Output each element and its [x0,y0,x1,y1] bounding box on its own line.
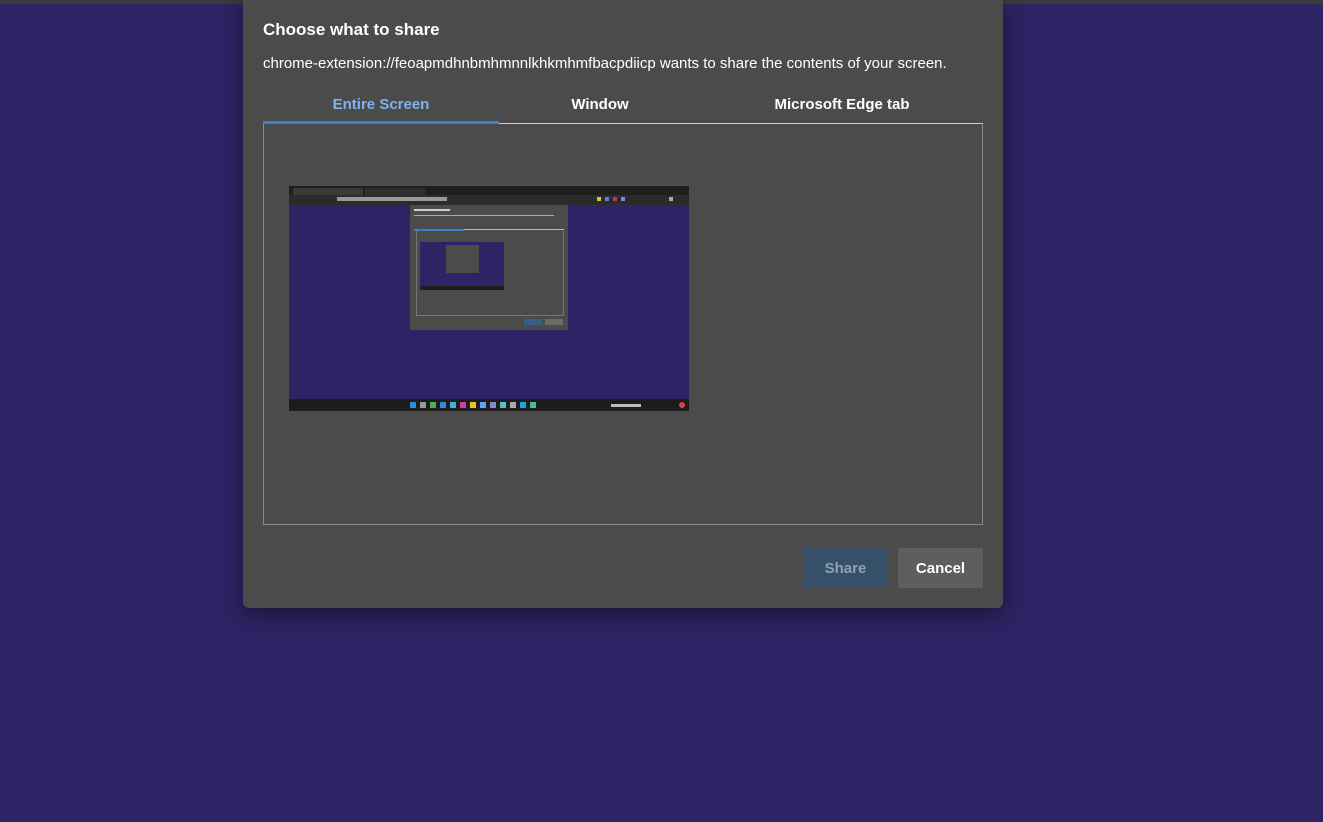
share-button[interactable]: Share [803,548,888,588]
thumbnail-share-dialog [410,205,568,330]
dialog-title: Choose what to share [263,20,440,39]
dialog-subtitle: chrome-extension://feoapmdhnbmhmnnlkhkmh… [263,55,947,72]
share-screen-dialog: Choose what to share chrome-extension://… [243,0,1003,608]
tab-window[interactable]: Window [499,85,701,123]
cancel-button[interactable]: Cancel [898,548,983,588]
thumbnail-browser-tabbar [289,186,689,195]
screen-thumbnail[interactable] [289,186,689,411]
share-source-tabs: Entire Screen Window Microsoft Edge tab [263,85,983,124]
tab-entire-screen[interactable]: Entire Screen [263,85,499,124]
source-list-panel [263,124,983,525]
tab-microsoft-edge-tab[interactable]: Microsoft Edge tab [701,85,983,123]
thumbnail-url-text [337,197,447,201]
thumbnail-taskbar [289,399,689,411]
